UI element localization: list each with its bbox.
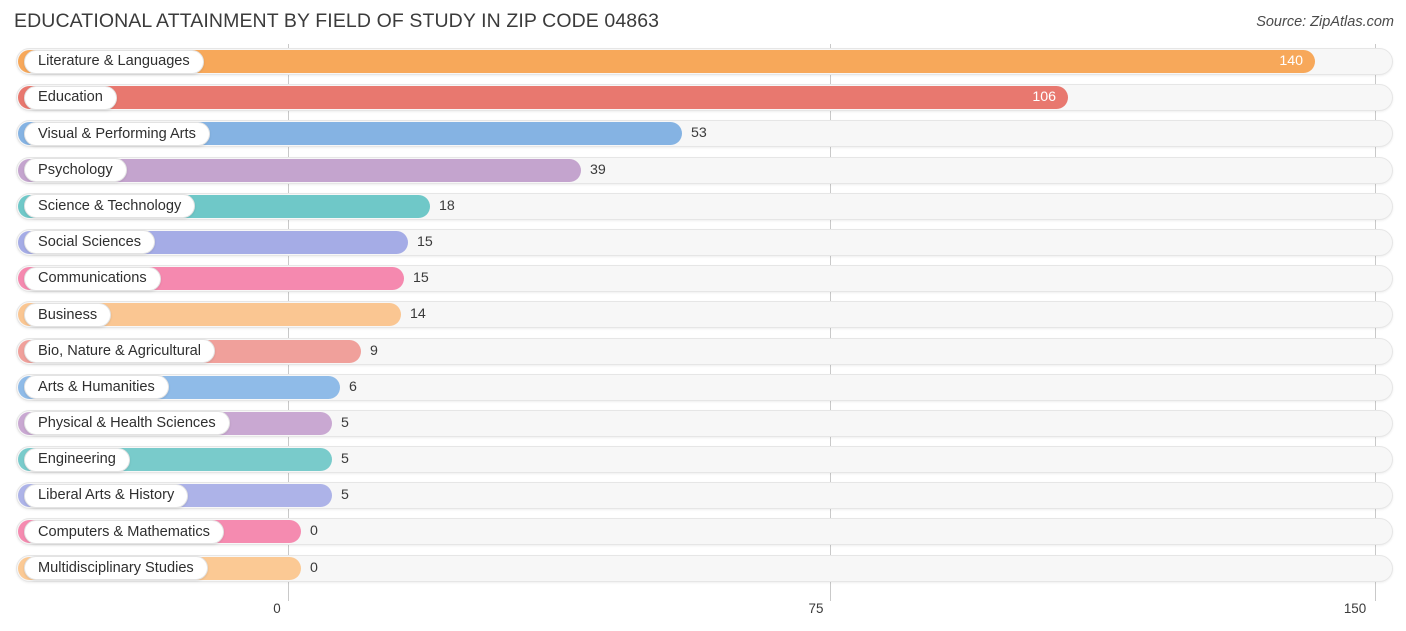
bar-row[interactable]: Liberal Arts & History 5 [0, 478, 1406, 514]
chart-header: EDUCATIONAL ATTAINMENT BY FIELD OF STUDY… [0, 0, 1406, 44]
bar-value-label: 18 [439, 197, 455, 214]
bar-label-pill: Science & Technology [24, 194, 196, 219]
bar-label-pill: Literature & Languages [24, 49, 204, 74]
bar-row[interactable]: Multidisciplinary Studies 0 [0, 551, 1406, 587]
bar-row[interactable]: Business 14 [0, 297, 1406, 333]
bar-label: Science & Technology [38, 197, 182, 214]
bar-value-label: 9 [370, 342, 378, 359]
bar-value-label: 15 [417, 233, 433, 250]
bar-row[interactable]: Science & Technology 18 [0, 189, 1406, 225]
bar-label: Literature & Languages [38, 53, 190, 70]
bar[interactable] [18, 50, 1315, 73]
bar-label: Arts & Humanities [38, 378, 155, 395]
bar-value-label: 15 [413, 270, 429, 287]
bar-value-label: 53 [691, 125, 707, 142]
x-axis: 0 75 150 [0, 601, 1406, 631]
bar-row[interactable]: Literature & Languages 140 [0, 44, 1406, 80]
bar-label-pill: Arts & Humanities [24, 375, 169, 400]
bar-row[interactable]: Communications 15 [0, 261, 1406, 297]
bar-value-label: 5 [341, 414, 349, 431]
bar-row[interactable]: Engineering 5 [0, 442, 1406, 478]
bar-value-label: 39 [590, 161, 606, 178]
bar-value-label: 6 [349, 378, 357, 395]
bar-row[interactable]: Education 106 [0, 80, 1406, 116]
bar-label: Communications [38, 270, 147, 287]
bar-label-pill: Liberal Arts & History [24, 483, 189, 508]
bar-value-label: 14 [410, 306, 426, 323]
bar-label-pill: Visual & Performing Arts [24, 121, 210, 146]
bar-label-pill: Engineering [24, 447, 130, 472]
bar-label: Multidisciplinary Studies [38, 559, 194, 576]
bar-chart-plot-area: Literature & Languages 140 Education 106 Vis… [0, 44, 1406, 601]
bar-label-pill: Multidisciplinary Studies [24, 556, 208, 581]
bar-row[interactable]: Psychology 39 [0, 153, 1406, 189]
bar-value-label: 5 [341, 487, 349, 504]
bar-row[interactable]: Social Sciences 15 [0, 225, 1406, 261]
bar-rows: Literature & Languages 140 Education 106 Vis… [0, 44, 1406, 587]
bar-label: Computers & Mathematics [38, 523, 210, 540]
bar-label: Visual & Performing Arts [38, 125, 196, 142]
bar-row[interactable]: Computers & Mathematics 0 [0, 514, 1406, 550]
bar-value-label: 0 [310, 523, 318, 540]
bar-label: Business [38, 306, 98, 323]
bar-label-pill: Communications [24, 266, 161, 291]
bar-label: Physical & Health Sciences [38, 415, 216, 432]
bar-label-pill: Bio, Nature & Agricultural [24, 339, 216, 363]
bar-label: Psychology [38, 161, 113, 178]
bar-row[interactable]: Physical & Health Sciences 5 [0, 406, 1406, 442]
bar-label: Engineering [38, 451, 116, 468]
bar-label-pill: Physical & Health Sciences [24, 411, 230, 436]
page-title: EDUCATIONAL ATTAINMENT BY FIELD OF STUDY… [14, 10, 660, 32]
bar-label-pill: Education [24, 85, 117, 110]
bar-row[interactable]: Bio, Nature & Agricultural 9 [0, 334, 1406, 370]
x-tick-label: 150 [1343, 601, 1367, 616]
bar-label-pill: Business [24, 302, 112, 327]
bar-label: Bio, Nature & Agricultural [38, 342, 202, 359]
bar-value-label: 106 [1032, 89, 1056, 106]
bar-label-pill: Psychology [24, 158, 127, 183]
bar-value-label: 5 [341, 451, 349, 468]
bar-value-label: 0 [310, 559, 318, 576]
bar-label-pill: Social Sciences [24, 230, 156, 255]
bar-label: Education [38, 89, 103, 106]
bar-label: Liberal Arts & History [38, 487, 175, 504]
bar-label: Social Sciences [38, 234, 142, 251]
bar[interactable] [18, 86, 1068, 110]
bar-row[interactable]: Visual & Performing Arts 53 [0, 116, 1406, 152]
bar-label-pill: Computers & Mathematics [24, 519, 224, 544]
bar-row[interactable]: Arts & Humanities 6 [0, 370, 1406, 406]
source-attribution: Source: ZipAtlas.com [1256, 14, 1394, 30]
x-tick-label: 75 [808, 601, 824, 616]
bar-value-label: 140 [1279, 53, 1303, 69]
x-tick-label: 0 [273, 601, 281, 616]
